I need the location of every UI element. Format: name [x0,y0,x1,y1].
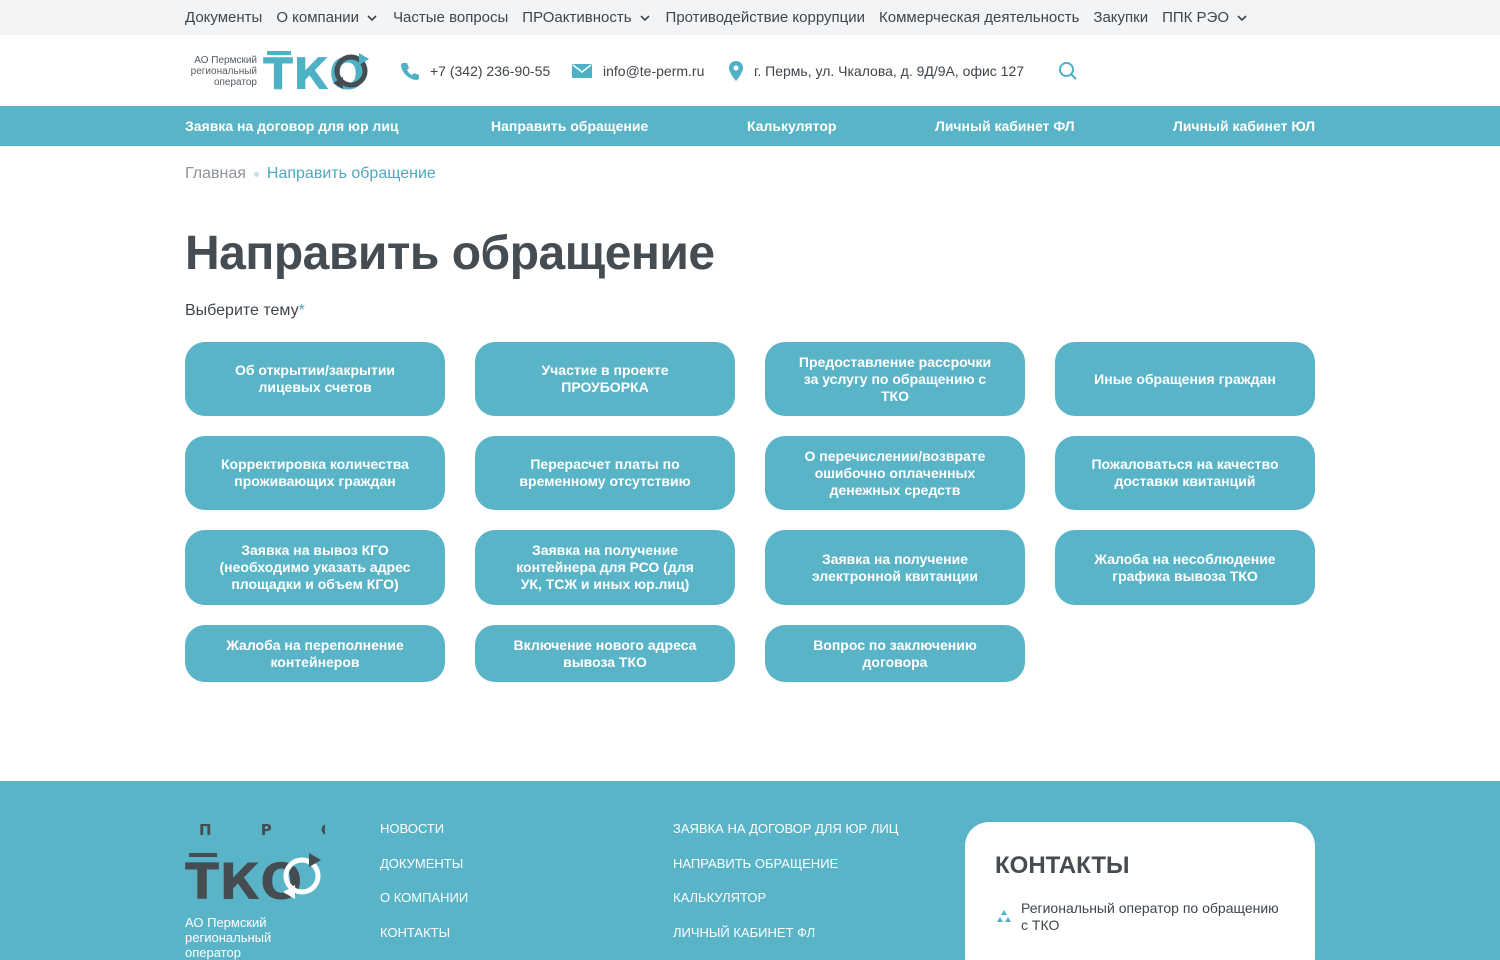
topic-button[interactable]: Жалоба на переполнение контейнеров [185,625,445,682]
address-contact: г. Пермь, ул. Чкалова, д. 9Д/9А, офис 12… [728,35,1024,106]
menu-contract-legal[interactable]: Заявка на договор для юр лиц [185,106,399,146]
topic-button[interactable]: Жалоба на несоблюдение графика вывоза ТК… [1055,530,1315,605]
breadcrumb-separator [253,171,259,177]
phone-number: +7 (342) 236-90-55 [430,62,551,79]
site-footer: П Р О ТКО АО Пермский региональный опера… [0,781,1500,960]
topic-button[interactable]: Заявка на получение электронной квитанци… [765,530,1025,605]
footer-links-column-2: Заявка на договор для юр лиц Направить о… [673,821,898,959]
recycle-icon [997,910,1011,922]
main-menu: Заявка на договор для юр лиц Направить о… [0,106,1500,146]
topic-button[interactable]: Корректировка количества проживающих гра… [185,436,445,510]
page-title: Направить обращение [185,227,715,280]
chevron-down-icon [1237,14,1247,21]
topic-button[interactable]: Включение нового адреса вывоза ТКО [475,625,735,682]
svg-text:П Р О: П Р О [199,821,325,839]
topic-button[interactable]: О перечислении/возврате ошибочно оплачен… [765,436,1025,510]
contacts-org-name: Региональный оператор по обращению с ТКО [1021,900,1279,933]
topic-button[interactable]: Вопрос по заключению договора [765,625,1025,682]
phone-contact[interactable]: +7 (342) 236-90-55 [400,35,550,106]
tko-logo-icon: ТКО [263,49,369,97]
chevron-down-icon [639,14,650,21]
topnav-item-ppk-reo[interactable]: ППК РЭО [1162,9,1249,26]
topnav-item-purchases[interactable]: Закупки [1093,9,1148,26]
footer-link-documents[interactable]: Документы [380,856,468,891]
subject-label: Выберите тему* [185,302,305,319]
search-icon[interactable] [1058,61,1078,81]
topic-button[interactable]: Об открытии/закрытии лицевых счетов [185,342,445,416]
required-mark: * [298,302,305,319]
breadcrumb: Главная Направить обращение [185,165,436,183]
topic-button[interactable]: Участие в проекте ПРОУБОРКА [475,342,735,416]
email-icon [572,63,592,78]
topnav-item-anticorruption[interactable]: Противодействие коррупции [666,9,865,26]
topic-button[interactable]: Пожаловаться на качество доставки квитан… [1055,436,1315,510]
topic-button[interactable]: Предоставление рассрочки за услугу по об… [765,342,1025,416]
topic-button[interactable]: Иные обращения граждан [1055,342,1315,416]
footer-link-send-appeal[interactable]: Направить обращение [673,856,898,891]
topnav-item-about[interactable]: О компании [276,9,379,26]
menu-send-appeal[interactable]: Направить обращение [491,106,648,146]
footer-link-contract-legal[interactable]: Заявка на договор для юр лиц [673,821,898,856]
contacts-org-row: Региональный оператор по обращению с ТКО [995,900,1285,934]
topnav-item-documents[interactable]: Документы [185,9,262,26]
topnav-item-proactivity[interactable]: ПРОактивность [522,9,651,26]
footer-link-contacts[interactable]: Контакты [380,925,468,960]
contacts-card: КОНТАКТЫ Региональный оператор по обраще… [965,822,1315,960]
footer-link-news[interactable]: Новости [380,821,468,856]
email-address: info@te-perm.ru [603,62,705,79]
phone-icon [401,62,419,80]
contacts-title: КОНТАКТЫ [995,852,1130,879]
site-header: АО Пермский региональный оператор ТКО +7… [0,35,1500,106]
footer-link-about[interactable]: О компании [380,890,468,925]
topic-button[interactable]: Перерасчет платы по временному отсутстви… [475,436,735,510]
footer-logo-caption: АО Пермский региональный оператор [185,915,272,960]
breadcrumb-current: Направить обращение [266,165,436,182]
topnav-item-commercial[interactable]: Коммерческая деятельность [879,9,1079,26]
top-navigation: Документы О компании Частые вопросы ПРОа… [0,0,1500,35]
logo-caption: АО Пермский региональный оператор [190,54,257,88]
chevron-down-icon [367,14,377,21]
menu-account-legal[interactable]: Личный кабинет ЮЛ [1173,106,1315,146]
menu-account-individual[interactable]: Личный кабинет ФЛ [935,106,1075,146]
footer-link-calculator[interactable]: Калькулятор [673,890,898,925]
menu-calculator[interactable]: Калькулятор [747,106,836,146]
topic-button[interactable]: Заявка на получение контейнера для РСО (… [475,530,735,605]
breadcrumb-home[interactable]: Главная [185,165,246,183]
topic-button[interactable]: Заявка на вывоз КГО (необходимо указать … [185,530,445,605]
site-logo[interactable]: АО Пермский региональный оператор ТКО [185,44,375,98]
footer-logo-icon[interactable]: П Р О ТКО [185,821,325,911]
footer-links-column-1: Новости Документы О компании Контакты [380,821,468,959]
location-pin-icon [729,60,743,81]
footer-link-account-individual[interactable]: Личный кабинет ФЛ [673,925,898,960]
topnav-item-faq[interactable]: Частые вопросы [393,9,508,26]
email-contact[interactable]: info@te-perm.ru [571,35,704,106]
office-address: г. Пермь, ул. Чкалова, д. 9Д/9А, офис 12… [754,62,1025,79]
